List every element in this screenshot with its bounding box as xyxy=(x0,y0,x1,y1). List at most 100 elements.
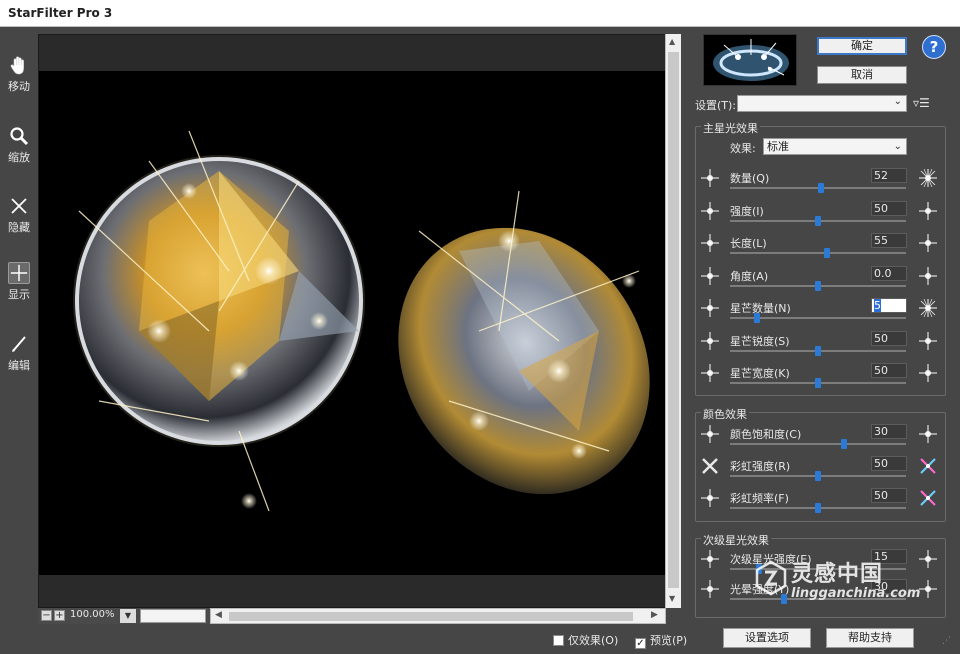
scroll-down-icon[interactable]: ▼ xyxy=(669,594,675,603)
main-value-field[interactable]: 50 xyxy=(871,330,907,346)
main-value: 55 xyxy=(874,234,888,247)
diamond-photo xyxy=(39,71,665,575)
preview-canvas[interactable] xyxy=(38,34,666,608)
main-slider[interactable] xyxy=(730,215,906,226)
watermark-sub-text: lingganchina.com xyxy=(791,586,921,601)
main-slider[interactable] xyxy=(730,183,906,193)
main-label: 长度(L) xyxy=(730,237,767,250)
scroll-up-icon[interactable]: ▲ xyxy=(669,37,675,46)
star-icon xyxy=(919,266,937,285)
color-value: 30 xyxy=(874,425,888,438)
effect-only-box[interactable] xyxy=(553,635,564,646)
preview-checkbox[interactable]: ✓ 预览(P) xyxy=(635,632,687,649)
color-slider-knob[interactable] xyxy=(841,439,847,449)
options-button[interactable]: 设置选项 xyxy=(723,628,811,648)
color-value-field[interactable]: 30 xyxy=(871,424,907,439)
main-value: 50 xyxy=(874,364,888,377)
zoom-input[interactable] xyxy=(140,609,206,623)
main-value: 50 xyxy=(874,331,888,345)
color-slider[interactable] xyxy=(730,439,906,449)
preview-label: 预览(P) xyxy=(650,634,688,647)
main-slider[interactable] xyxy=(730,313,906,323)
color-effect-title: 颜色效果 xyxy=(701,406,749,422)
watermark: 灵感中国 lingganchina.com xyxy=(755,556,935,612)
help-icon[interactable]: ? xyxy=(922,35,946,59)
tool-edit[interactable]: 编辑 xyxy=(2,333,36,373)
main-slider-knob[interactable] xyxy=(824,248,830,258)
zoom-out-button[interactable]: − xyxy=(41,610,52,621)
main-slider[interactable] xyxy=(730,248,906,258)
rainbow-star-icon xyxy=(920,490,936,506)
main-value-field[interactable]: 52 xyxy=(871,168,907,183)
effect-value: 标准 xyxy=(767,140,789,153)
main-slider-knob[interactable] xyxy=(815,280,821,291)
vertical-scrollbar[interactable]: ▲ ▼ xyxy=(665,34,681,608)
tool-edit-label: 编辑 xyxy=(8,359,30,372)
color-value-field[interactable]: 50 xyxy=(871,488,907,503)
effect-only-checkbox[interactable]: 仅效果(O) xyxy=(553,632,618,648)
color-slider[interactable] xyxy=(730,503,906,513)
main-label: 星芒宽度(K) xyxy=(730,367,790,380)
help-support-button[interactable]: 帮助支持 xyxy=(826,628,914,648)
diamond-image xyxy=(73,130,650,512)
star-icon xyxy=(701,299,719,317)
main-slider-knob[interactable] xyxy=(815,345,821,356)
scroll-left-icon[interactable]: ◀ xyxy=(215,610,222,620)
star-icon xyxy=(701,266,719,285)
star-icon xyxy=(701,425,719,443)
preview-box[interactable]: ✓ xyxy=(635,638,646,649)
main-label: 强度(I) xyxy=(730,204,764,218)
settings-menu-icon[interactable]: ▿☰ xyxy=(913,96,930,110)
main-value-field[interactable]: 50 xyxy=(871,200,907,216)
rainbow-cross-icon xyxy=(702,458,718,474)
zoom-in-button[interactable]: + xyxy=(54,610,65,621)
color-value-field[interactable]: 50 xyxy=(871,456,907,471)
color-slider[interactable] xyxy=(730,471,906,481)
color-slider-knob[interactable] xyxy=(815,503,821,513)
star-icon xyxy=(701,550,719,568)
main-slider[interactable] xyxy=(730,378,906,388)
color-slider-knob[interactable] xyxy=(815,471,821,481)
tool-hide[interactable]: 隐藏 xyxy=(2,195,36,235)
watermark-main-text: 灵感中国 xyxy=(791,562,884,587)
main-slider-knob[interactable] xyxy=(754,313,760,323)
star-icon xyxy=(919,425,937,443)
cancel-button[interactable]: 取消 xyxy=(817,66,907,84)
horizontal-scrollbar[interactable]: ◀ ▶ xyxy=(210,608,666,624)
star-icon xyxy=(701,331,719,350)
main-value-field[interactable]: 0.0 xyxy=(871,265,907,281)
vertical-scroll-thumb[interactable] xyxy=(668,52,679,588)
horizontal-scroll-thumb[interactable] xyxy=(229,612,633,621)
main-value-field[interactable]: 50 xyxy=(871,363,907,378)
color-label: 彩虹频率(F) xyxy=(730,492,789,505)
tool-move[interactable]: 移动 xyxy=(2,54,36,94)
main-value-field[interactable]: 55 xyxy=(871,233,907,248)
zoom-dropdown[interactable]: ▼ xyxy=(120,609,136,623)
main-slider[interactable] xyxy=(730,345,906,356)
main-slider-knob[interactable] xyxy=(815,215,821,226)
tool-zoom[interactable]: 缩放 xyxy=(2,125,36,165)
ok-button[interactable]: 确定 xyxy=(817,37,907,55)
main-slider[interactable] xyxy=(730,280,906,291)
main-value: 52 xyxy=(874,169,888,182)
resize-grip-icon[interactable]: ⋰ xyxy=(942,636,951,646)
main-value: 0.0 xyxy=(874,266,892,280)
tool-zoom-label: 缩放 xyxy=(8,151,30,164)
star-icon xyxy=(701,169,719,187)
star-icon xyxy=(701,364,719,382)
effect-select[interactable]: 标准 ⌄ xyxy=(763,138,907,155)
star-icon xyxy=(919,364,937,382)
preview-thumbnail xyxy=(703,34,797,86)
settings-select[interactable]: ⌄ xyxy=(737,95,907,112)
scroll-right-icon[interactable]: ▶ xyxy=(651,610,658,620)
settings-label: 设置(T): xyxy=(695,99,737,112)
star-icon xyxy=(919,234,937,252)
color-value: 50 xyxy=(874,489,888,502)
main-value-field[interactable]: 5 xyxy=(871,298,907,313)
pen-icon xyxy=(12,336,26,352)
tool-show-label: 显示 xyxy=(8,288,30,301)
main-slider-knob[interactable] xyxy=(815,378,821,388)
main-slider-knob[interactable] xyxy=(818,183,824,193)
tool-hide-label: 隐藏 xyxy=(8,221,30,234)
tool-show[interactable]: 显示 xyxy=(2,262,36,302)
